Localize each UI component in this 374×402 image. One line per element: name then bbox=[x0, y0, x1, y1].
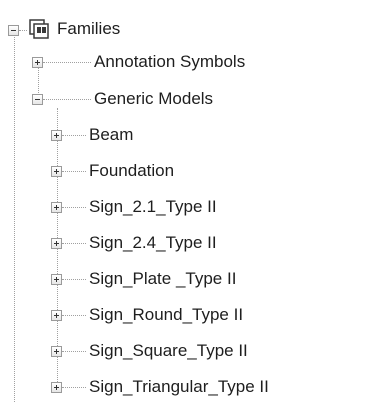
tree-connector bbox=[62, 207, 86, 208]
tree-connector bbox=[62, 135, 86, 136]
tree-node-sign-2-4[interactable]: Sign_2.4_Type II bbox=[89, 232, 217, 254]
plus-icon-vertical bbox=[56, 385, 57, 390]
expand-sign-round-toggle[interactable] bbox=[51, 310, 62, 321]
plus-icon-vertical bbox=[56, 277, 57, 282]
tree-node-sign-2-1[interactable]: Sign_2.1_Type II bbox=[89, 196, 217, 218]
tree-connector bbox=[19, 30, 27, 31]
tree-connector bbox=[62, 351, 86, 352]
tree-connector bbox=[43, 99, 91, 100]
expand-sign-square-toggle[interactable] bbox=[51, 346, 62, 357]
plus-icon-vertical bbox=[56, 313, 57, 318]
tree-node-foundation[interactable]: Foundation bbox=[89, 160, 174, 182]
plus-icon-vertical bbox=[56, 133, 57, 138]
minus-icon bbox=[35, 99, 40, 100]
tree-connector bbox=[62, 279, 86, 280]
collapse-families-toggle[interactable] bbox=[8, 25, 19, 36]
plus-icon-vertical bbox=[37, 60, 38, 65]
tree-node-sign-square[interactable]: Sign_Square_Type II bbox=[89, 340, 248, 362]
tree-node-sign-triangular[interactable]: Sign_Triangular_Type II bbox=[89, 376, 269, 398]
plus-icon-vertical bbox=[56, 349, 57, 354]
tree-node-generic-models[interactable]: Generic Models bbox=[94, 88, 213, 110]
tree-connector bbox=[62, 387, 86, 388]
tree-connector bbox=[62, 171, 86, 172]
expand-annotation-symbols-toggle[interactable] bbox=[32, 57, 43, 68]
tree-connector bbox=[62, 243, 86, 244]
expand-foundation-toggle[interactable] bbox=[51, 166, 62, 177]
plus-icon-vertical bbox=[56, 241, 57, 246]
expand-sign-2-1-toggle[interactable] bbox=[51, 202, 62, 213]
tree-node-sign-round[interactable]: Sign_Round_Type II bbox=[89, 304, 243, 326]
plus-icon-vertical bbox=[56, 169, 57, 174]
expand-sign-triangular-toggle[interactable] bbox=[51, 382, 62, 393]
expand-beam-toggle[interactable] bbox=[51, 130, 62, 141]
tree-guide-line bbox=[14, 37, 15, 402]
tree-connector bbox=[62, 315, 86, 316]
families-icon bbox=[29, 19, 49, 39]
collapse-generic-models-toggle[interactable] bbox=[32, 94, 43, 105]
tree-node-annotation-symbols[interactable]: Annotation Symbols bbox=[94, 51, 245, 73]
plus-icon-vertical bbox=[56, 205, 57, 210]
expand-sign-2-4-toggle[interactable] bbox=[51, 238, 62, 249]
project-browser-tree: Families Annotation Symbols Generic Mode… bbox=[0, 0, 374, 402]
minus-icon bbox=[11, 30, 16, 31]
expand-sign-plate-toggle[interactable] bbox=[51, 274, 62, 285]
tree-connector bbox=[43, 62, 91, 63]
tree-node-beam[interactable]: Beam bbox=[89, 124, 133, 146]
tree-node-sign-plate[interactable]: Sign_Plate _Type II bbox=[89, 268, 236, 290]
tree-node-families[interactable]: Families bbox=[57, 18, 120, 40]
